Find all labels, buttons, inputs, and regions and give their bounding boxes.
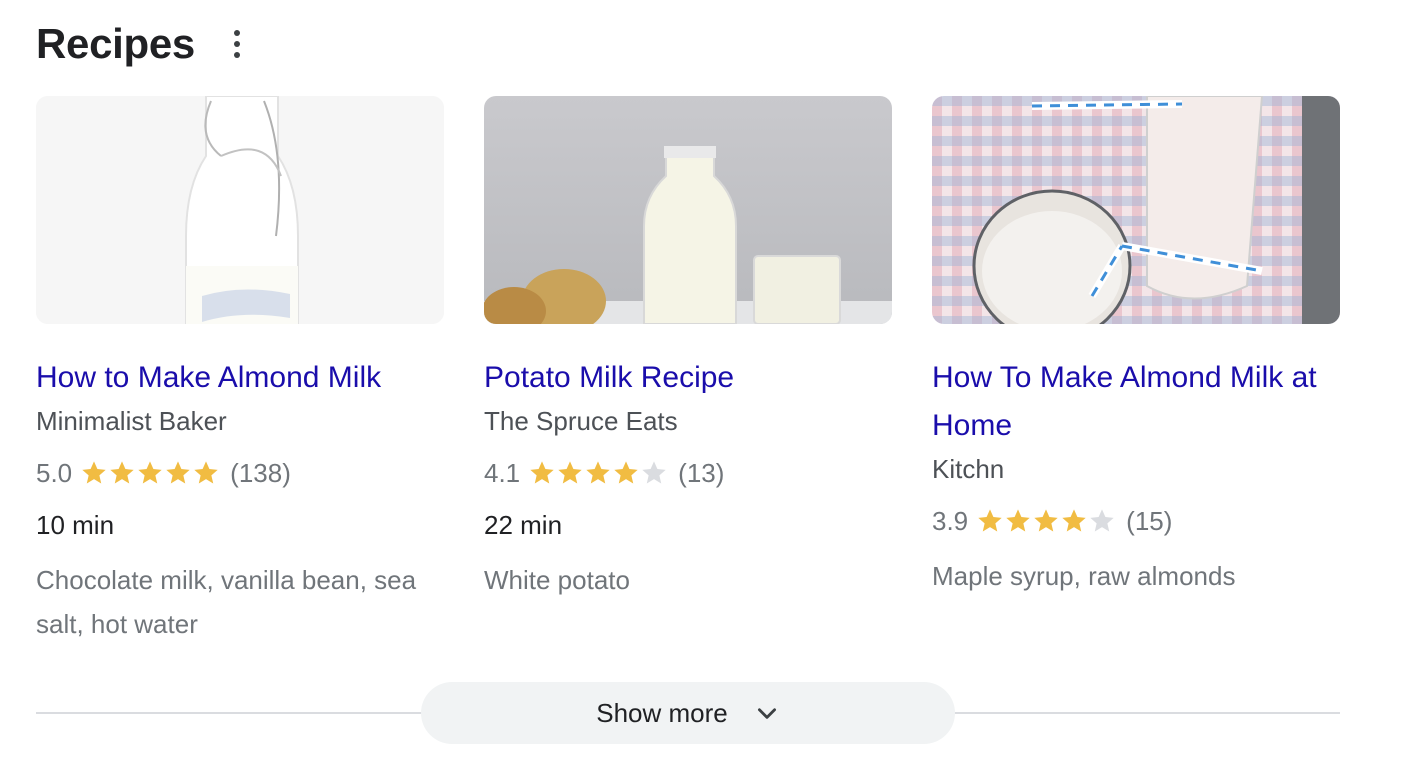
star-filled-icon xyxy=(586,461,610,484)
star-filled-icon xyxy=(530,461,554,484)
star-filled-icon xyxy=(558,461,582,484)
cook-time: 22 min xyxy=(484,510,563,540)
star-filled-icon xyxy=(110,461,134,484)
recipe-image-milk-bottle[interactable] xyxy=(36,96,444,324)
recipe-image-potato-milk[interactable] xyxy=(484,96,892,324)
rating-row: 5.0 (138) xyxy=(36,456,444,490)
show-more-label: Show more xyxy=(596,697,728,728)
divider xyxy=(954,712,1340,714)
review-count: (138) xyxy=(230,458,291,488)
cook-time: 10 min xyxy=(36,510,115,540)
star-filled-icon xyxy=(1034,509,1058,532)
recipe-card[interactable]: Potato Milk Recipe The Spruce Eats 4.1 (… xyxy=(484,96,892,646)
recipe-source: The Spruce Eats xyxy=(484,406,678,436)
star-filled-icon xyxy=(614,461,638,484)
show-more-button[interactable]: Show more xyxy=(421,682,955,744)
recipe-title-link[interactable]: How to Make Almond Milk xyxy=(36,354,444,402)
star-empty-icon xyxy=(1090,509,1114,532)
chevron-down-icon xyxy=(757,708,776,719)
recipe-image-almond-milk-glasses[interactable] xyxy=(932,96,1340,324)
more-vert-icon[interactable] xyxy=(225,24,249,64)
ingredients-list: White potato xyxy=(484,565,630,595)
recipe-cards: How to Make Almond Milk Minimalist Baker… xyxy=(36,96,1340,646)
section-title: Recipes xyxy=(36,20,195,67)
ingredients-list: Maple syrup, raw almonds xyxy=(932,561,1236,591)
star-filled-icon xyxy=(166,461,190,484)
star-rating xyxy=(976,507,1116,535)
rating-row: 3.9 (15) xyxy=(932,504,1340,538)
star-filled-icon xyxy=(1006,509,1030,532)
rating-row: 4.1 (13) xyxy=(484,456,892,490)
divider xyxy=(36,712,422,714)
recipe-source: Kitchn xyxy=(932,454,1005,484)
rating-value: 3.9 xyxy=(932,506,969,536)
recipes-header: Recipes xyxy=(36,18,249,70)
recipe-title-link[interactable]: How To Make Almond Milk at Home xyxy=(932,354,1340,450)
rating-value: 4.1 xyxy=(484,458,521,488)
recipe-card[interactable]: How To Make Almond Milk at Home Kitchn 3… xyxy=(932,96,1340,646)
star-rating xyxy=(528,459,668,487)
star-filled-icon xyxy=(138,461,162,484)
recipe-source: Minimalist Baker xyxy=(36,406,227,436)
ingredients-list: Chocolate milk, vanilla bean, sea salt, … xyxy=(36,565,417,639)
recipe-title-link[interactable]: Potato Milk Recipe xyxy=(484,354,892,402)
star-empty-icon xyxy=(642,461,666,484)
review-count: (13) xyxy=(678,458,725,488)
star-rating xyxy=(80,459,220,487)
star-filled-icon xyxy=(1062,509,1086,532)
rating-value: 5.0 xyxy=(36,458,73,488)
recipe-card[interactable]: How to Make Almond Milk Minimalist Baker… xyxy=(36,96,444,646)
star-filled-icon xyxy=(978,509,1002,532)
star-filled-icon xyxy=(194,461,218,484)
review-count: (15) xyxy=(1126,506,1173,536)
star-filled-icon xyxy=(82,461,106,484)
